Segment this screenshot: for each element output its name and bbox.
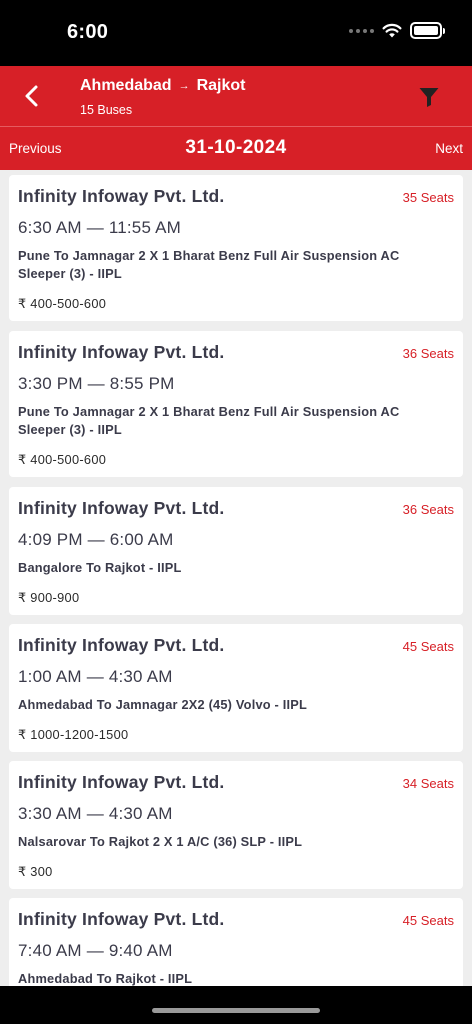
wifi-icon [382, 23, 402, 38]
funnel-icon [419, 88, 439, 107]
seats-available: 45 Seats [402, 913, 454, 928]
date-navigation: Previous 31-10-2024 Next [0, 126, 472, 170]
seats-available: 36 Seats [402, 346, 454, 361]
signal-icon [349, 28, 374, 33]
bus-name: Bangalore To Rajkot - IIPL [18, 560, 182, 575]
bus-card[interactable]: Infinity Infoway Pvt. Ltd. 45 Seats 1:00… [9, 624, 463, 752]
operator-name: Infinity Infoway Pvt. Ltd. [18, 186, 225, 206]
bus-name: Ahmedabad To Jamnagar 2X2 (45) Volvo - I… [18, 697, 308, 712]
fare: ₹ 400-500-600 [18, 296, 107, 311]
journey-times: 4:09 PM — 6:00 AM [18, 530, 174, 549]
bus-name: Pune To Jamnagar 2 X 1 Bharat Benz Full … [18, 404, 400, 437]
route-title: Ahmedabad → Rajkot [80, 77, 245, 95]
battery-icon [410, 22, 445, 39]
chevron-left-icon [25, 85, 38, 107]
fare: ₹ 1000-1200-1500 [18, 727, 129, 742]
operator-name: Infinity Infoway Pvt. Ltd. [18, 498, 225, 518]
fare: ₹ 300 [18, 864, 53, 879]
home-indicator-area [0, 986, 472, 1024]
home-indicator[interactable] [152, 1008, 320, 1013]
bus-card[interactable]: Infinity Infoway Pvt. Ltd. 36 Seats 3:30… [9, 331, 463, 477]
previous-date-button[interactable]: Previous [9, 141, 62, 156]
bus-count: 15 Buses [80, 103, 133, 117]
bus-name: Ahmedabad To Rajkot - IIPL [18, 971, 193, 986]
journey-times: 1:00 AM — 4:30 AM [18, 667, 173, 686]
journey-times: 3:30 AM — 4:30 AM [18, 804, 173, 823]
operator-name: Infinity Infoway Pvt. Ltd. [18, 635, 225, 655]
seats-available: 34 Seats [402, 776, 454, 791]
route-to: Rajkot [196, 77, 246, 94]
bus-card[interactable]: Infinity Infoway Pvt. Ltd. 35 Seats 6:30… [9, 175, 463, 321]
journey-times: 6:30 AM — 11:55 AM [18, 218, 181, 237]
journey-times: 3:30 PM — 8:55 PM [18, 374, 175, 393]
operator-name: Infinity Infoway Pvt. Ltd. [18, 909, 225, 929]
back-button[interactable] [18, 80, 46, 112]
filter-button[interactable] [418, 86, 440, 108]
route-arrow-icon: → [178, 80, 190, 92]
bus-name: Pune To Jamnagar 2 X 1 Bharat Benz Full … [18, 248, 400, 281]
fare: ₹ 400-500-600 [18, 452, 107, 467]
bus-card[interactable]: Infinity Infoway Pvt. Ltd. 45 Seats 7:40… [9, 898, 463, 986]
route-from: Ahmedabad [80, 77, 172, 94]
operator-name: Infinity Infoway Pvt. Ltd. [18, 772, 225, 792]
status-bar: 6:00 [0, 0, 472, 66]
status-time: 6:00 [67, 21, 109, 43]
bus-card[interactable]: Infinity Infoway Pvt. Ltd. 36 Seats 4:09… [9, 487, 463, 615]
bus-name: Nalsarovar To Rajkot 2 X 1 A/C (36) SLP … [18, 834, 303, 849]
bus-list[interactable]: Infinity Infoway Pvt. Ltd. 35 Seats 6:30… [0, 170, 472, 986]
next-date-button[interactable]: Next [435, 141, 463, 156]
selected-date: 31-10-2024 [185, 137, 287, 158]
app-header: Ahmedabad → Rajkot 15 Buses [0, 66, 472, 126]
status-icons [349, 22, 445, 39]
bus-card[interactable]: Infinity Infoway Pvt. Ltd. 34 Seats 3:30… [9, 761, 463, 889]
seats-available: 36 Seats [402, 502, 454, 517]
seats-available: 35 Seats [402, 190, 454, 205]
fare: ₹ 900-900 [18, 590, 80, 605]
seats-available: 45 Seats [402, 639, 454, 654]
operator-name: Infinity Infoway Pvt. Ltd. [18, 342, 225, 362]
journey-times: 7:40 AM — 9:40 AM [18, 941, 173, 960]
